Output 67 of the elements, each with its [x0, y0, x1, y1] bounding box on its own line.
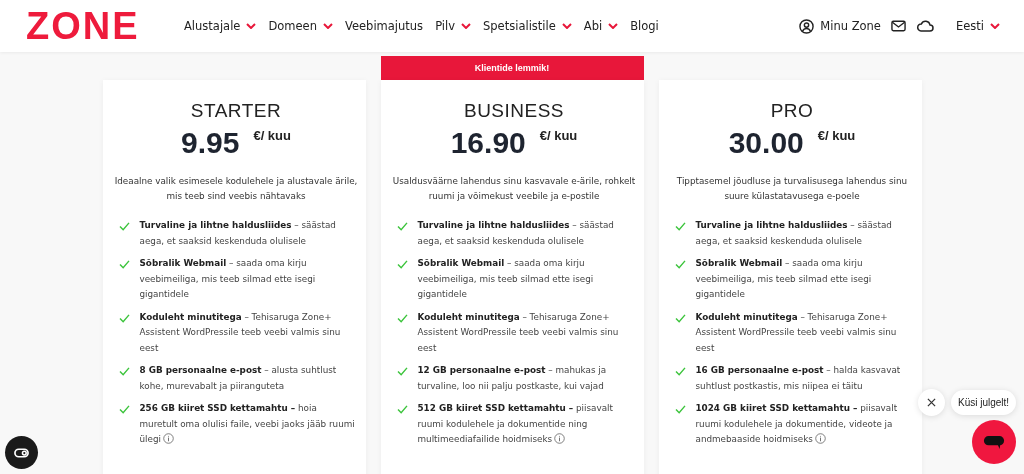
plan-price: 16.90 [450, 126, 526, 160]
feature-text: 512 GB kiiret SSD kettamahtu – piisavalt ruumi kodulehele ja dokumentide ning multimeediafailide hoidmiseks [417, 402, 614, 446]
plan-name: STARTER [189, 100, 283, 122]
close-icon [927, 398, 936, 407]
nav-link[interactable]: Pilv [435, 19, 471, 33]
language-selector[interactable]: Eesti [955, 19, 1000, 33]
close-button[interactable] [918, 389, 945, 416]
favorite-badge: Klientide lemmik! [380, 56, 644, 80]
feature-text: 16 GB personaalne e-post – halda kasvavat suhtlust postkastis, mis niipea ei täitu [695, 364, 902, 393]
check-icon [396, 367, 408, 376]
mail-icon[interactable] [890, 20, 906, 32]
nav-link[interactable]: Abi [583, 19, 619, 33]
nav-link[interactable]: Spetsialistile [483, 19, 572, 33]
plan-description: Ideaalne valik esimesele kodulehele ja alustavale ärile, mis teeb sind veebis nähtavaks [114, 175, 358, 203]
plan-description: Tipptasemel jõudluse ja turvalisusega lahendus sinu suure külastatavusega e-poele [675, 175, 909, 203]
chat-prompt[interactable]: Küsi julgelt! [951, 390, 1017, 415]
check-icon [396, 405, 408, 414]
feature-text: Sõbralik Webmail – saada oma kirju veebimeiliga, mis teeb silmad ette isegi gigantidele [139, 257, 317, 301]
info-icon[interactable] [554, 433, 566, 444]
cloud-icon[interactable] [915, 20, 934, 32]
check-icon [396, 313, 408, 323]
plan-description: Usaldusväärne lahendus sinu kasvavale e-ärile, rohkelt ruumi ja võimekust veebile ja e-postile [392, 175, 636, 203]
account-link[interactable]: Minu Zone [799, 18, 881, 34]
caret-icon [990, 23, 1000, 29]
check-icon [396, 260, 408, 269]
feature-text: Turvaline ja lihtne haldusliides – säästad aega, et saaksid keskenduda olulisele [417, 219, 615, 248]
plan-price: 30.00 [728, 126, 804, 160]
check-icon [674, 367, 686, 376]
feature-text: 8 GB personaalne e-post – alusta suhtlust kohe, murevabalt ja piiranguteta [139, 364, 338, 393]
check-icon [118, 405, 130, 414]
price-unit: €/ kuu [539, 128, 578, 143]
feature-text: Sõbralik Webmail – saada oma kirju veebimeiliga, mis teeb silmad ette isegi gigantidele [695, 257, 873, 301]
check-icon [118, 222, 130, 231]
check-icon [396, 222, 408, 231]
price-unit: €/ kuu [817, 128, 856, 143]
nav-link[interactable]: Blogi [630, 19, 659, 33]
feature-text: 1024 GB kiiret SSD kettamahtu – piisavalt ruumi kodulehele ja dokumentide, videote ja andmebaaside hoidmiseks [695, 402, 899, 446]
check-icon [674, 260, 686, 269]
cookie-settings-button[interactable] [5, 436, 38, 469]
toggle-icon [14, 447, 29, 458]
feature-text: Koduleht minutitega – Tehisaruga Zone+ Assistent WordPressile teeb veebi valmis sinu eest [417, 310, 620, 355]
nav-link[interactable]: Veebimajutus [344, 19, 424, 33]
chat-icon [983, 434, 1005, 450]
check-icon [674, 222, 686, 231]
zone-logo[interactable]: ZONE [26, 7, 166, 45]
check-icon [674, 405, 686, 414]
plan-name: BUSINESS [462, 100, 566, 122]
plan-price: 9.95 [181, 126, 240, 160]
feature-text: Koduleht minutitega – Tehisaruga Zone+ Assistent WordPressile teeb veebi valmis sinu eest [695, 310, 898, 355]
price-unit: €/ kuu [253, 128, 291, 143]
feature-text: Koduleht minutitega – Tehisaruga Zone+ Assistent WordPressile teeb veebi valmis sinu eest [139, 310, 342, 355]
plan-name: PRO [769, 100, 815, 122]
feature-text: Sõbralik Webmail – saada oma kirju veebimeiliga, mis teeb silmad ette isegi gigantidele [417, 257, 595, 301]
nav-link[interactable]: Domeen [268, 19, 333, 33]
check-icon [118, 260, 130, 269]
info-icon[interactable] [814, 433, 826, 444]
feature-text: Turvaline ja lihtne haldusliides – säästad aega, et saaksid keskenduda olulisele [139, 219, 337, 248]
check-icon [118, 313, 130, 323]
user-icon [799, 18, 815, 34]
feature-text: Turvaline ja lihtne haldusliides – säästad aega, et saaksid keskenduda olulisele [695, 219, 893, 248]
check-icon [118, 367, 130, 376]
info-icon[interactable] [162, 433, 174, 444]
feature-text: 256 GB kiiret SSD kettamahtu – hoia muretult oma olulisi faile, veebi jaoks jääb ruumi ülegi [139, 402, 356, 446]
feature-text: 12 GB personaalne e-post – mahukas ja turvaline, loo nii palju postkaste, kui vajad [417, 364, 608, 393]
nav-link[interactable]: Alustajale [184, 19, 257, 33]
chat-button[interactable] [972, 420, 1016, 464]
check-icon [674, 313, 686, 323]
